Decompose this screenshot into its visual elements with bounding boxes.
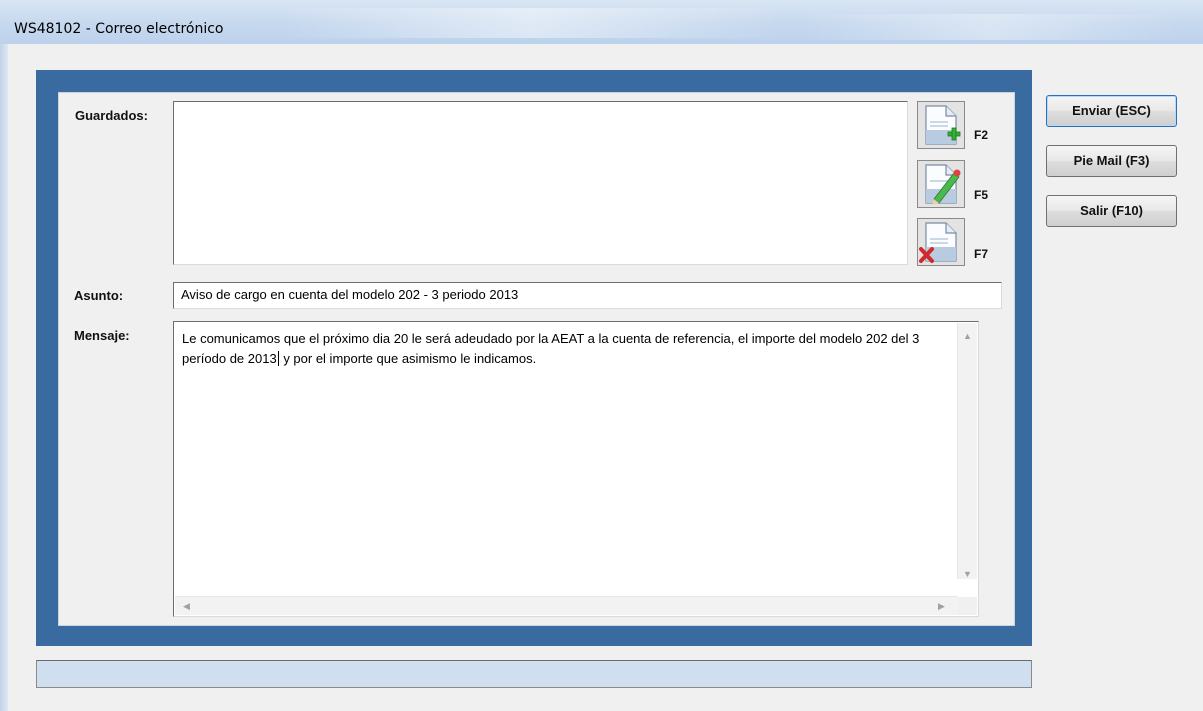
add-key-hint: F2	[974, 128, 989, 142]
subject-input[interactable]: Aviso de cargo en cuenta del modelo 202 …	[173, 282, 1002, 309]
mail-footer-button[interactable]: Pie Mail (F3)	[1046, 145, 1177, 177]
document-delete-icon	[919, 222, 957, 263]
scroll-left-arrow-icon[interactable]: ◀	[183, 601, 190, 611]
saved-list[interactable]	[173, 101, 908, 265]
edit-key-hint: F5	[974, 188, 989, 202]
subject-value: Aviso de cargo en cuenta del modelo 202 …	[181, 287, 519, 302]
saved-label: Guardados:	[75, 108, 148, 123]
add-saved-button[interactable]	[917, 101, 965, 149]
edit-saved-button[interactable]	[917, 160, 965, 208]
title-bar[interactable]: WS48102 - Correo electrónico	[0, 0, 1203, 44]
scrollbar-corner	[958, 597, 977, 615]
document-edit-icon	[925, 164, 961, 205]
scroll-up-arrow-icon[interactable]: ▲	[963, 331, 972, 341]
document-add-icon	[925, 105, 961, 145]
send-button[interactable]: Enviar (ESC)	[1046, 95, 1177, 127]
status-bar	[36, 660, 1032, 688]
scroll-right-arrow-icon[interactable]: ▶	[938, 601, 945, 611]
message-horizontal-scrollbar[interactable]: ◀ ▶	[175, 596, 958, 615]
message-textarea[interactable]: Le comunicamos que el próximo dia 20 le …	[173, 321, 979, 617]
message-vertical-scrollbar[interactable]: ▲ ▼	[957, 323, 977, 579]
window-title: WS48102 - Correo electrónico	[14, 21, 224, 37]
email-window: WS48102 - Correo electrónico Guardados: …	[0, 0, 1203, 711]
delete-saved-button[interactable]	[917, 218, 965, 266]
message-body: Le comunicamos que el próximo dia 20 le …	[182, 331, 920, 366]
scroll-down-arrow-icon[interactable]: ▼	[963, 569, 972, 579]
message-label: Mensaje:	[74, 328, 130, 343]
text-caret	[277, 351, 279, 366]
delete-key-hint: F7	[974, 247, 989, 261]
window-border	[0, 44, 8, 711]
subject-label: Asunto:	[74, 288, 124, 303]
exit-button[interactable]: Salir (F10)	[1046, 195, 1177, 227]
